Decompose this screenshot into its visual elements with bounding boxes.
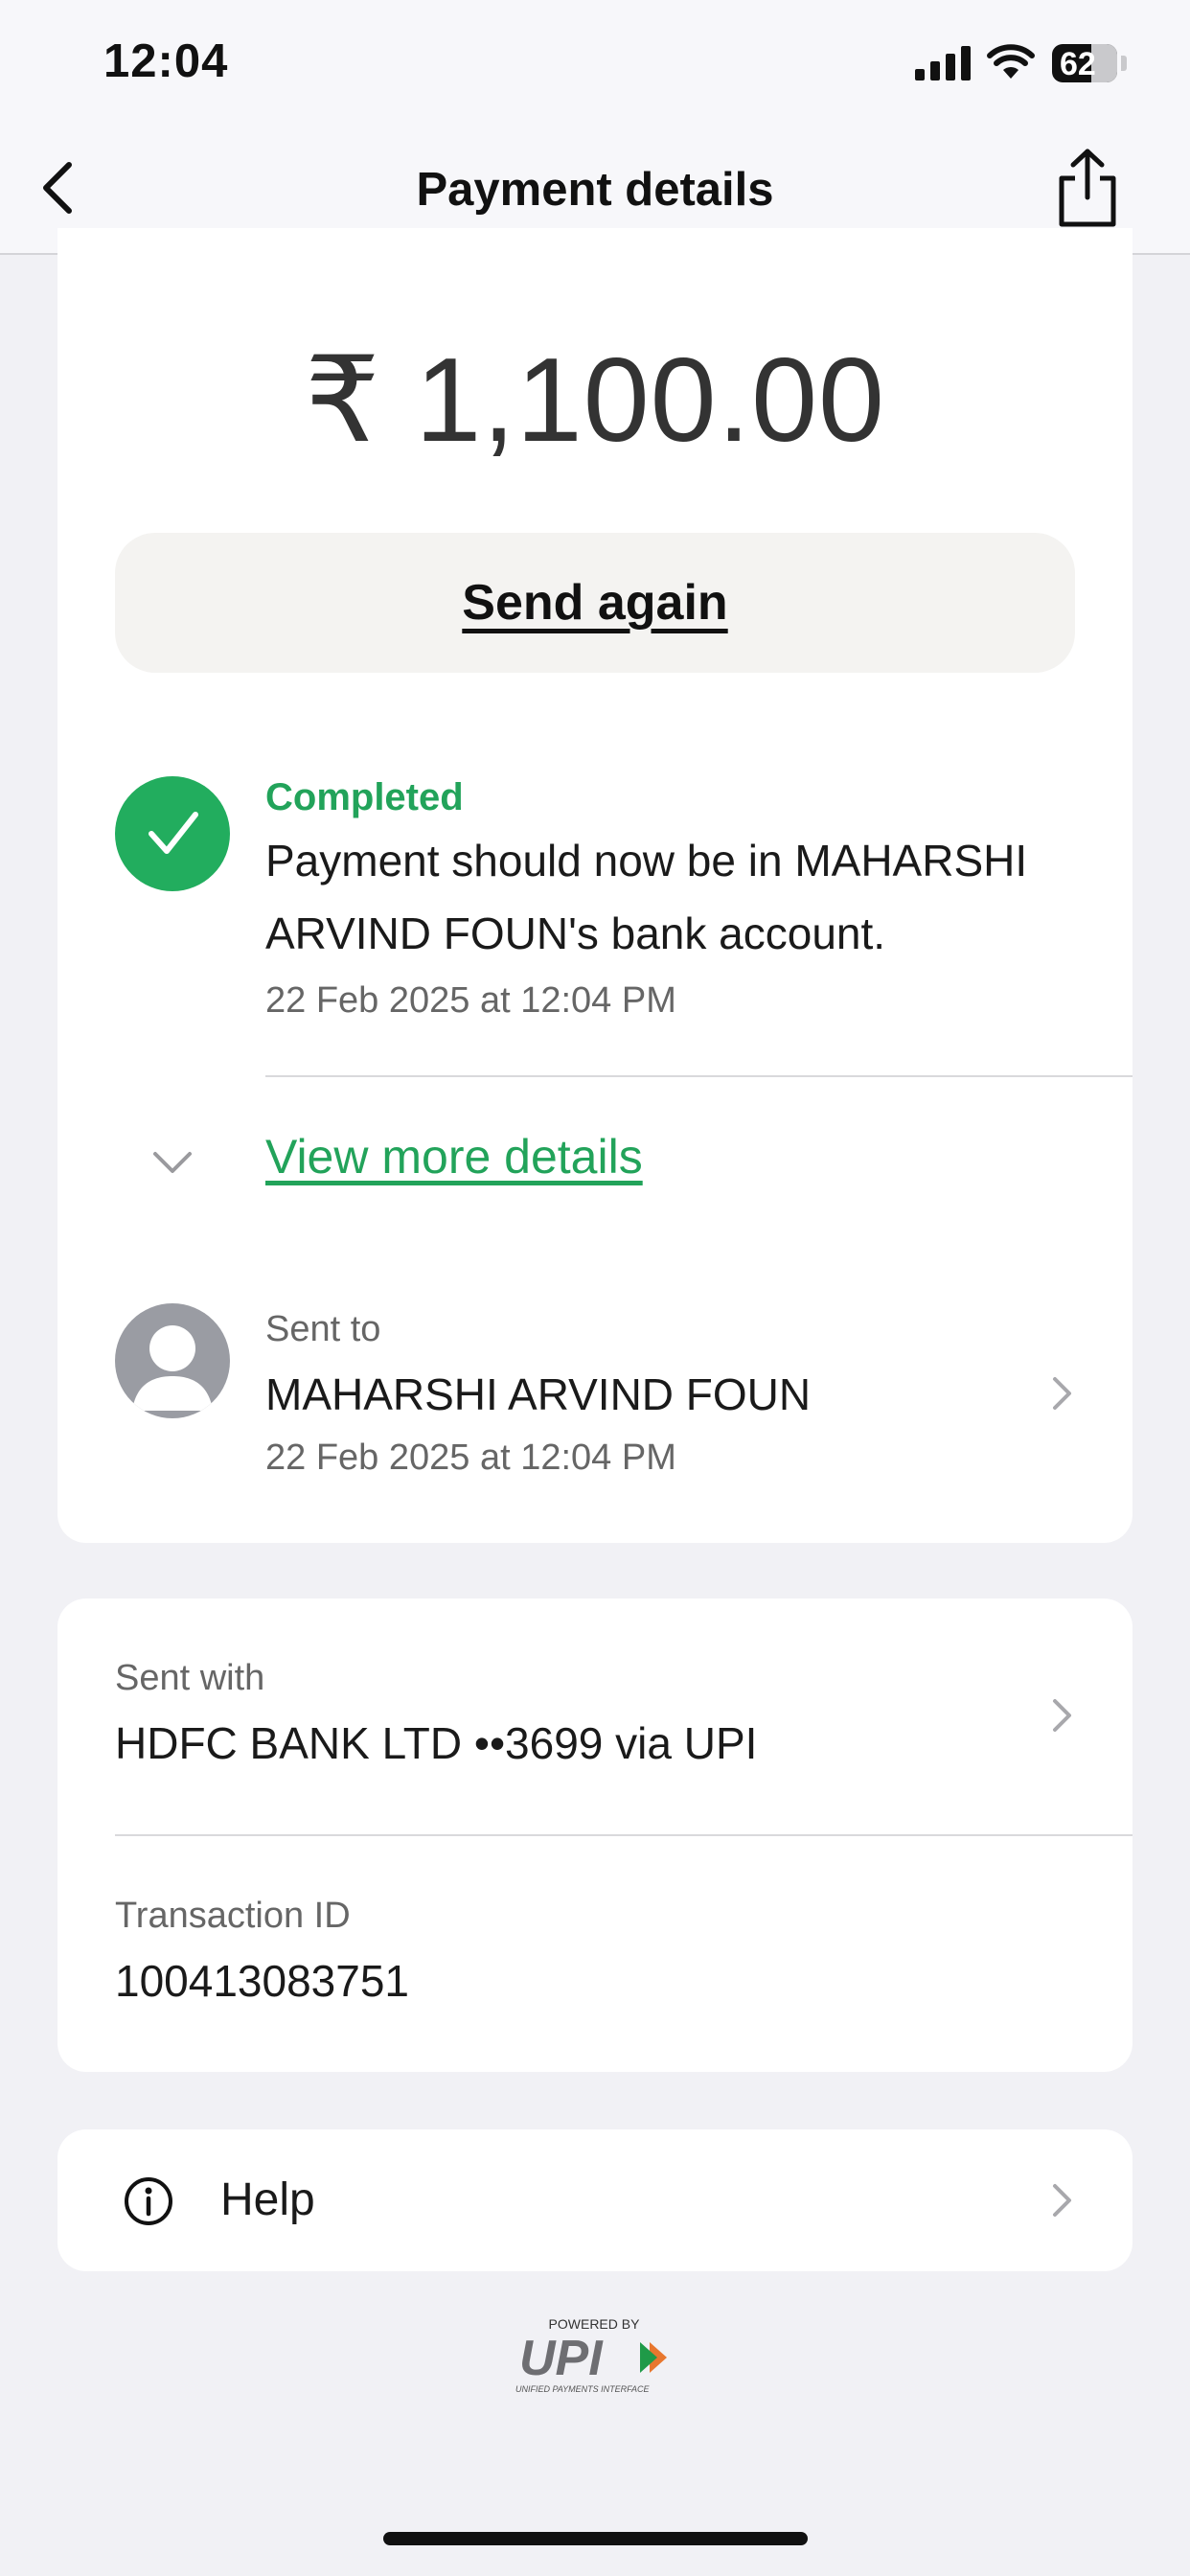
battery-level: 62: [1060, 46, 1096, 82]
upi-subtitle-text: UNIFIED PAYMENTS INTERFACE: [515, 2384, 651, 2394]
share-icon[interactable]: [1050, 146, 1125, 230]
status-label: Completed: [265, 776, 464, 818]
sent-with-value[interactable]: HDFC BANK LTD ••3699 via UPI: [115, 1717, 757, 1769]
upi-logo: POWERED BY UPI UNIFIED PAYMENTS INTERFAC…: [515, 2316, 667, 2394]
battery-icon: 62: [1052, 44, 1117, 82]
wifi-icon: [987, 44, 1035, 79]
chevron-right-icon[interactable]: [1050, 1696, 1075, 1735]
sent-to-label: Sent to: [265, 1309, 381, 1349]
home-indicator[interactable]: [383, 2532, 808, 2545]
help-row[interactable]: Help: [57, 2129, 1133, 2271]
status-timestamp: 22 Feb 2025 at 12:04 PM: [265, 980, 676, 1021]
chevron-right-icon[interactable]: [1050, 1374, 1075, 1413]
avatar: [115, 1303, 230, 1418]
view-more-details-link[interactable]: View more details: [265, 1129, 643, 1184]
powered-by-text: POWERED BY: [549, 2316, 641, 2332]
info-icon: [125, 2177, 172, 2225]
signal-icon: [915, 46, 971, 80]
chevron-right-icon[interactable]: [1050, 2181, 1075, 2220]
payment-summary-card: ₹ 1,100.00 Send again Completed Payment …: [57, 228, 1133, 1543]
transaction-id-label: Transaction ID: [115, 1896, 351, 1936]
recipient-timestamp: 22 Feb 2025 at 12:04 PM: [265, 1438, 676, 1478]
check-circle-icon: [115, 776, 230, 891]
status-bar: 12:04 62: [0, 0, 1190, 126]
help-label: Help: [220, 2174, 315, 2225]
page-title: Payment details: [416, 164, 774, 216]
divider: [265, 1075, 1133, 1077]
divider: [115, 1834, 1133, 1836]
upi-brand-text: UPI: [519, 2331, 604, 2386]
status-time: 12:04: [103, 35, 229, 87]
status-message: Payment should now be in MAHARSHI ARVIND…: [265, 836, 1028, 958]
sent-with-label: Sent with: [115, 1658, 265, 1698]
chevron-down-icon[interactable]: [151, 1148, 194, 1177]
transaction-id-value: 100413083751: [115, 1956, 409, 2006]
recipient-name[interactable]: MAHARSHI ARVIND FOUN: [265, 1368, 811, 1420]
send-again-button[interactable]: Send again: [115, 533, 1075, 673]
payment-amount: ₹ 1,100.00: [304, 334, 886, 467]
payment-method-card: Sent with HDFC BANK LTD ••3699 via UPI T…: [57, 1598, 1133, 2072]
